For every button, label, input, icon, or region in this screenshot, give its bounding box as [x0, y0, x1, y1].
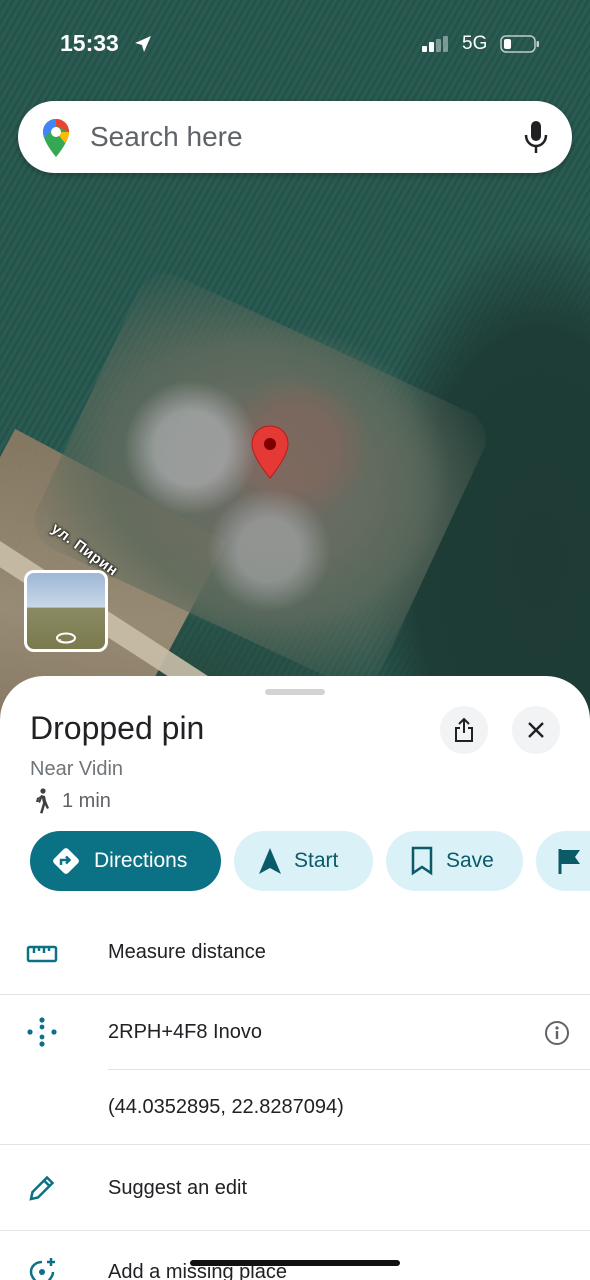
sheet-drag-handle[interactable]	[265, 689, 325, 695]
plus-code-text: 2RPH+4F8 Inovo	[108, 1021, 262, 1043]
action-chips: Directions Start Save	[30, 831, 590, 893]
dropped-pin-marker-icon[interactable]	[250, 424, 290, 480]
divider	[0, 994, 590, 995]
start-label: Start	[294, 849, 339, 872]
coordinates-row[interactable]: (44.0352895, 22.8287094)	[0, 1089, 590, 1149]
share-icon	[455, 717, 473, 742]
plus-code-row[interactable]: 2RPH+4F8 Inovo	[0, 1014, 590, 1074]
save-button[interactable]: Save	[386, 831, 523, 891]
clock: 15:33	[60, 30, 119, 56]
search-input[interactable]: Search here	[90, 121, 243, 153]
home-indicator[interactable]	[190, 1260, 400, 1266]
walk-duration: 1 min	[62, 790, 111, 812]
close-button[interactable]	[512, 706, 560, 754]
plus-code-icon	[27, 1017, 57, 1047]
close-icon	[528, 722, 544, 738]
start-button[interactable]: Start	[234, 831, 373, 891]
ruler-icon	[26, 945, 58, 963]
pencil-icon	[29, 1175, 55, 1201]
navigation-arrow-icon	[259, 848, 281, 874]
search-bar[interactable]: Search here	[18, 101, 572, 173]
divider	[0, 1230, 590, 1231]
save-label: Save	[446, 849, 494, 872]
add-missing-place-row[interactable]: Add a missing place	[0, 1254, 590, 1280]
street-view-thumbnail[interactable]	[24, 570, 108, 652]
add-place-icon	[29, 1258, 55, 1280]
share-button[interactable]	[440, 706, 488, 754]
walking-person-icon	[36, 788, 49, 814]
divider	[0, 1144, 590, 1145]
rotate-360-icon	[56, 632, 76, 644]
measure-distance-label: Measure distance	[108, 941, 266, 963]
directions-icon	[53, 848, 79, 874]
cellular-signal-icon	[422, 36, 448, 52]
google-maps-logo-icon	[43, 119, 69, 157]
directions-button[interactable]: Directions	[30, 831, 221, 891]
flag-icon	[558, 849, 580, 874]
coordinates-text: (44.0352895, 22.8287094)	[108, 1096, 344, 1118]
suggest-edit-label: Suggest an edit	[108, 1177, 247, 1199]
location-arrow-icon	[135, 36, 151, 52]
microphone-icon[interactable]	[523, 119, 549, 155]
measure-distance-row[interactable]: Measure distance	[0, 934, 590, 994]
battery-icon	[500, 35, 539, 53]
place-bottom-sheet[interactable]: Dropped pin Near Vidin 1 min Directions	[0, 676, 590, 1280]
network-type: 5G	[462, 33, 488, 54]
label-button[interactable]	[536, 831, 590, 891]
bookmark-icon	[411, 846, 433, 876]
place-title: Dropped pin	[30, 710, 205, 746]
divider	[108, 1069, 590, 1070]
info-icon[interactable]	[544, 1020, 570, 1046]
suggest-edit-row[interactable]: Suggest an edit	[0, 1170, 590, 1230]
status-bar: 15:33 5G	[0, 0, 590, 88]
directions-label: Directions	[94, 849, 188, 872]
place-subtitle: Near Vidin	[30, 758, 124, 780]
